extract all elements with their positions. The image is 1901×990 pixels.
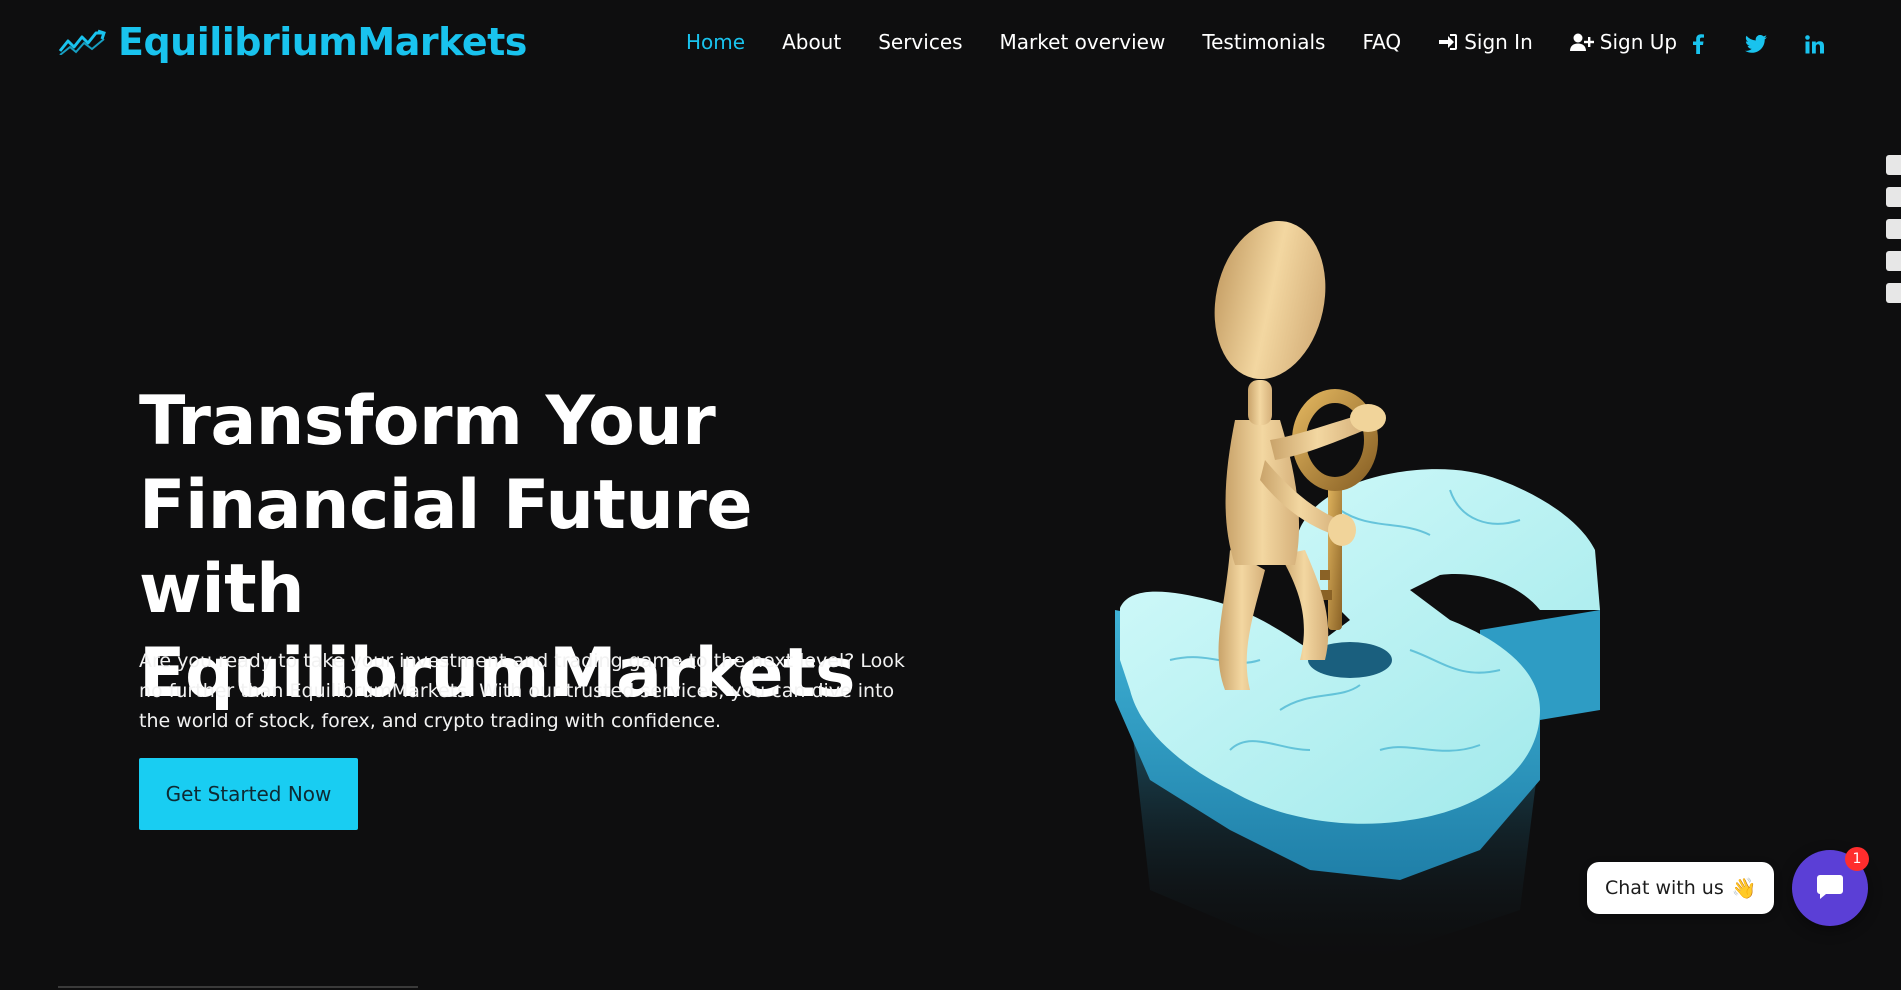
- edge-tool-button[interactable]: [1886, 219, 1901, 239]
- nav-services[interactable]: Services: [878, 30, 962, 54]
- sign-in-icon: [1438, 33, 1458, 51]
- section-divider: [58, 986, 418, 988]
- nav-home[interactable]: Home: [686, 30, 745, 54]
- edge-tool-button[interactable]: [1886, 251, 1901, 271]
- nav-testimonials[interactable]: Testimonials: [1202, 30, 1325, 54]
- chat-icon: [1816, 874, 1844, 903]
- chat-prompt-bubble[interactable]: Chat with us 👋: [1587, 862, 1774, 914]
- social-links: [1687, 33, 1825, 55]
- hero-description: Are you ready to take your investment an…: [139, 650, 905, 732]
- landing-page: EquilibriumMarkets Home About Services M…: [0, 0, 1901, 990]
- chat-notification-badge: 1: [1845, 847, 1869, 871]
- navbar: EquilibriumMarkets Home About Services M…: [0, 0, 1901, 90]
- nav-sign-up[interactable]: Sign Up: [1569, 30, 1678, 54]
- get-started-button[interactable]: Get Started Now: [139, 758, 358, 830]
- user-plus-icon: [1569, 33, 1594, 51]
- twitter-icon[interactable]: [1745, 33, 1767, 55]
- chat-label: Chat with us: [1605, 877, 1724, 899]
- edge-tool-button[interactable]: [1886, 155, 1901, 175]
- facebook-icon[interactable]: [1687, 33, 1709, 55]
- sign-up-label: Sign Up: [1599, 30, 1678, 54]
- waving-hand-icon: 👋: [1731, 877, 1757, 900]
- nav-faq[interactable]: FAQ: [1362, 30, 1401, 54]
- linkedin-icon[interactable]: [1803, 33, 1825, 55]
- edge-tool-button[interactable]: [1886, 187, 1901, 207]
- brand-name: EquilibriumMarkets: [118, 20, 527, 64]
- nav-market-overview[interactable]: Market overview: [1000, 30, 1166, 54]
- nav-about[interactable]: About: [782, 30, 841, 54]
- nav-sign-in[interactable]: Sign In: [1438, 30, 1533, 54]
- brand-logo-link[interactable]: EquilibriumMarkets: [58, 20, 527, 64]
- main-nav: Home About Services Market overview Test…: [686, 30, 1714, 54]
- hero-title-line: Financial Future with: [139, 466, 753, 629]
- hero-title-line: Transform Your: [139, 382, 716, 461]
- sign-in-label: Sign In: [1464, 30, 1533, 54]
- edge-tool-button[interactable]: [1886, 283, 1901, 303]
- chart-trend-icon: [58, 29, 106, 55]
- edge-toolbar: [1886, 155, 1901, 315]
